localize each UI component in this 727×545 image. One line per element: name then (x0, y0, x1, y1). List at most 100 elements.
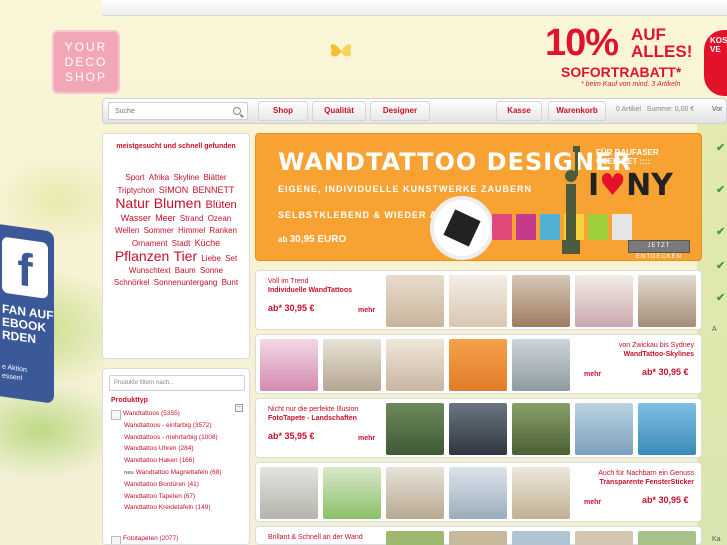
tag-cloud-link[interactable]: Wasser (121, 213, 151, 223)
banner-raufaser-text: FÜR RAUFASER GEEIGNET :::: (596, 148, 659, 166)
tag-cloud-link[interactable]: Ornament (132, 239, 168, 248)
product-row-skylines[interactable]: von Zwickau bis Sydney WandTattoo-Skylin… (255, 334, 702, 394)
row-more-link[interactable]: mehr (358, 435, 375, 442)
product-thumbnail[interactable] (638, 403, 696, 455)
tag-cloud-link[interactable]: Afrika (149, 173, 169, 182)
search-icon[interactable] (233, 107, 241, 115)
tag-cloud-link[interactable]: SIMON (159, 185, 189, 195)
product-thumbnail[interactable] (386, 467, 444, 519)
product-thumbnail[interactable] (575, 275, 633, 327)
tag-cloud-link[interactable]: Schnörkel (114, 278, 150, 287)
tag-cloud-link[interactable]: Skyline (173, 173, 199, 182)
tag-cloud-link[interactable]: Blüten (205, 199, 236, 211)
shop-logo[interactable]: YOUR DECO SHOP (52, 30, 120, 94)
product-thumbnail[interactable] (512, 339, 570, 391)
product-row-fenstersticker[interactable]: Auch für Nachbarn ein Genuss Transparent… (255, 462, 702, 522)
tag-cloud-link[interactable]: Küche (195, 238, 221, 248)
search-input[interactable] (109, 103, 229, 119)
product-thumbnail[interactable] (386, 403, 444, 455)
tag-cloud-link[interactable]: Set (225, 254, 237, 263)
product-thumbnail[interactable] (512, 275, 570, 327)
filter-item[interactable]: Wandtattoo Bordüren (41) (103, 479, 249, 491)
filter-item[interactable]: Wandtattoos - einfarbig (3572) (103, 420, 249, 432)
tag-cloud-link[interactable]: Ozean (208, 214, 232, 223)
nav-designer-button[interactable]: Designer (370, 101, 430, 121)
nav-shop-button[interactable]: Shop (258, 101, 308, 121)
product-thumbnail[interactable] (575, 403, 633, 455)
product-thumbnail[interactable] (260, 467, 318, 519)
promo-banner[interactable]: 10% AUF ALLES! SOFORTRABATT* * beim Kauf… (545, 22, 705, 96)
row-more-link[interactable]: mehr (584, 371, 601, 378)
product-thumbnail[interactable] (449, 275, 507, 327)
product-row-fototapete[interactable]: Nicht nur die perfekte Illusion FotoTape… (255, 398, 702, 458)
product-thumbnail[interactable] (449, 339, 507, 391)
filter-list: Wandtattoos (5355) Wandtattoos - einfarbi… (103, 408, 249, 514)
product-thumbnail[interactable] (449, 467, 507, 519)
filter-item-fototapeten[interactable]: Fototapeten (2077) (111, 535, 178, 544)
row-more-link[interactable]: mehr (584, 499, 601, 506)
product-thumbnail[interactable] (260, 339, 318, 391)
filter-input[interactable]: Produkte filtern nach... (109, 375, 245, 391)
product-thumbnail[interactable] (386, 531, 444, 545)
filter-item[interactable]: Wandtattoos - mehrfarbig (1008) (103, 432, 249, 444)
filter-item[interactable]: Wandtattoo Haken (166) (103, 455, 249, 467)
tag-cloud-link[interactable]: Blumen (154, 195, 201, 211)
product-thumbnail[interactable] (323, 467, 381, 519)
product-thumbnail[interactable] (449, 403, 507, 455)
facebook-widget[interactable]: f FAN AUF EBOOK RDEN e Aktion essen! (0, 224, 54, 404)
tag-cloud-link[interactable]: Stadt (172, 239, 191, 248)
facebook-icon: f (2, 236, 48, 299)
nav-kasse-button[interactable]: Kasse (496, 101, 542, 121)
tag-cloud-link[interactable]: Tier (174, 248, 198, 264)
product-row-wandtattoos[interactable]: Voll im Trend Individuelle WandTattoos a… (255, 270, 702, 330)
tag-cloud-link[interactable]: Liebe (201, 254, 221, 263)
tag-cloud-link[interactable]: Sonne (200, 266, 223, 275)
top-bar (102, 0, 727, 16)
shipping-badge[interactable]: KOS VE (704, 30, 727, 96)
product-thumbnail[interactable] (323, 339, 381, 391)
tag-cloud-link[interactable]: Wellen (115, 226, 139, 235)
tag-cloud-link[interactable]: Sport (125, 173, 144, 182)
tag-cloud-link[interactable]: Sommer (144, 226, 174, 235)
nav-qualitaet-button[interactable]: Qualität (312, 101, 366, 121)
product-thumbnail[interactable] (512, 531, 570, 545)
nav-warenkorb-button[interactable]: Warenkorb (548, 101, 606, 121)
product-thumbnail[interactable] (386, 275, 444, 327)
tag-cloud-link[interactable]: Sonnenuntergang (154, 278, 218, 287)
tag-cloud-link[interactable]: Ranken (209, 226, 237, 235)
promo-sofortrabatt: SOFORTRABATT* (561, 64, 682, 80)
row-text: von Zwickau bis Sydney WandTattoo-Skylin… (586, 341, 694, 359)
tag-cloud-link[interactable]: Baum (175, 266, 196, 275)
product-thumbnail[interactable] (575, 531, 633, 545)
designer-banner[interactable]: WANDTATTOO DESIGNER EIGENE, INDIVIDUELLE… (255, 133, 702, 261)
tag-cloud-link[interactable]: Triptychon (117, 186, 154, 195)
row-subtitle: Voll im Trend (268, 278, 309, 285)
filter-item[interactable]: Wandtattoo Uhren (284) (103, 443, 249, 455)
row-more-link[interactable]: mehr (358, 307, 375, 314)
filter-item[interactable]: Wandtattoo Tapeten (67) (103, 491, 249, 503)
tag-cloud-link[interactable]: Blätter (203, 173, 226, 182)
tag-cloud-link[interactable]: Pflanzen (115, 248, 169, 264)
filter-item[interactable]: Wandtattoo Kreidetafeln (149) (103, 502, 249, 514)
right-sidebar-strip: ✔ ✔ ✔ ✔ ✔ (706, 133, 727, 545)
tag-cloud-link[interactable]: Natur (115, 195, 149, 211)
tag-cloud-link[interactable]: Wunschtext (129, 266, 171, 275)
product-thumbnail[interactable] (449, 531, 507, 545)
row-subtitle: Brillant & Schnell an der Wand (268, 534, 363, 541)
check-icon: ✔ (716, 260, 726, 272)
tag-cloud-link[interactable]: BENNETT (193, 185, 235, 195)
tag-cloud-link[interactable]: Bunt (222, 278, 238, 287)
product-thumbnail[interactable] (638, 275, 696, 327)
product-thumbnail[interactable] (386, 339, 444, 391)
product-row-partial[interactable]: Brillant & Schnell an der Wand (255, 526, 702, 545)
filter-item[interactable]: neu Wandtattoo Magnettafeln (68) (103, 467, 249, 479)
filter-item[interactable]: Wandtattoos (5355) (103, 408, 249, 420)
tag-cloud-panel: meistgesucht und schnell gefunden Sport … (102, 133, 250, 359)
tag-cloud-link[interactable]: Himmel (178, 226, 205, 235)
tag-cloud-link[interactable]: Strand (180, 214, 204, 223)
tag-cloud-link[interactable]: Meer (155, 213, 176, 223)
banner-cta-button[interactable]: JETZT ENTDECKEN (628, 240, 690, 260)
product-thumbnail[interactable] (638, 531, 696, 545)
product-thumbnail[interactable] (512, 403, 570, 455)
product-thumbnail[interactable] (512, 467, 570, 519)
